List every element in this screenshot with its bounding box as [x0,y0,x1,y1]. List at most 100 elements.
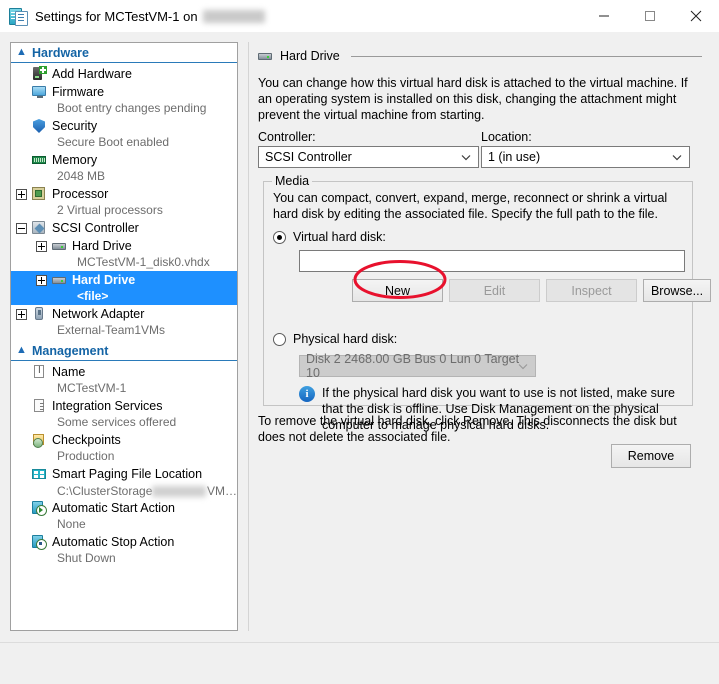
physical-disk-value: Disk 2 2468.00 GB Bus 0 Lun 0 Target 10 [306,352,520,380]
panel-title: Hard Drive [257,48,702,64]
sidebar-item-sublabel: MCTestVM-1 [57,381,127,395]
sidebar-item-label: SCSI Controller [52,221,139,235]
add-hardware-icon [31,66,47,82]
expander-minus-icon[interactable] [16,222,27,234]
title-bar: Settings for MCTestVM-1 on [0,0,719,32]
info-icon: i [299,386,315,402]
smart-paging-path-suffix: VM… [207,484,237,498]
section-header-hardware[interactable]: ▲ Hardware [11,43,237,63]
sidebar-item-label: Automatic Start Action [52,501,175,515]
sidebar-item-add-hardware[interactable]: Add Hardware [11,65,237,83]
window-title: Settings for MCTestVM-1 on [35,9,265,24]
sidebar-item-sublabel: Secure Boot enabled [57,135,170,149]
sidebar-item-sublabel: 2048 MB [57,169,106,183]
sidebar-item-label: Smart Paging File Location [52,467,203,481]
dialog-footer: OK Cancel Apply [0,643,719,684]
sidebar-item-label: Integration Services [52,399,163,413]
edit-button: Edit [449,279,540,302]
expander-plus-icon[interactable] [16,308,27,320]
chevron-up-icon: ▲ [16,344,27,356]
location-dropdown[interactable]: 1 (in use) [481,146,690,168]
sidebar-item-sublabel: 2 Virtual processors [57,203,163,217]
sidebar-item-memory[interactable]: Memory 2048 MB [11,151,237,185]
maximize-icon[interactable] [627,0,673,32]
chevron-down-icon [461,147,471,167]
settings-navigation-tree[interactable]: ▲ Hardware Add Hardware Firmware Boot en… [10,42,238,631]
expander-plus-icon[interactable] [36,274,47,286]
checkpoints-icon [31,432,47,448]
title-rule [350,55,702,57]
hard-drive-icon [51,238,67,254]
media-legend: Media [272,174,313,188]
automatic-stop-icon [31,534,47,550]
hard-drive-icon [51,272,67,288]
scsi-controller-icon [31,220,47,236]
virtual-hard-disk-path-input[interactable] [299,250,685,272]
sidebar-item-label: Firmware [52,85,105,99]
sidebar-item-integration-services[interactable]: Integration Services Some services offer… [11,397,237,431]
chevron-down-icon [518,356,528,376]
physical-hard-disk-label: Physical hard disk: [293,332,398,346]
section-label-hardware: Hardware [32,45,89,60]
sidebar-item-scsi-controller[interactable]: SCSI Controller [11,219,237,237]
sidebar-item-sublabel: C:\ClusterStorage VM… [11,483,237,499]
chevron-down-icon [672,147,682,167]
sidebar-item-hard-drive-1[interactable]: Hard Drive MCTestVM-1_disk0.vhdx [11,237,237,271]
close-icon[interactable] [673,0,719,32]
window-title-text: Settings for MCTestVM-1 on [35,8,198,24]
sidebar-item-label: Checkpoints [52,433,121,447]
chevron-up-icon: ▲ [16,46,27,58]
sidebar-item-sublabel: Shut Down [57,551,116,565]
location-value: 1 (in use) [488,150,541,164]
sidebar-item-security[interactable]: Security Secure Boot enabled [11,117,237,151]
inspect-button: Inspect [546,279,637,302]
remove-button[interactable]: Remove [611,444,691,468]
name-icon [31,364,47,380]
sidebar-item-smart-paging-file-location[interactable]: Smart Paging File Location C:\ClusterSto… [11,465,237,499]
physical-hard-disk-radio[interactable]: Physical hard disk: [273,332,397,346]
sidebar-item-sublabel: <file> [11,289,237,305]
sidebar-item-sublabel: MCTestVM-1_disk0.vhdx [77,255,210,269]
sidebar-item-label: Hard Drive [72,273,136,287]
sidebar-item-network-adapter[interactable]: Network Adapter External-Team1VMs [11,305,237,339]
sidebar-item-automatic-start-action[interactable]: Automatic Start Action None [11,499,237,533]
controller-label: Controller: [258,130,316,144]
expander-plus-icon[interactable] [36,240,47,252]
radio-indicator [273,332,286,346]
new-button[interactable]: New [352,279,443,302]
section-header-management[interactable]: ▲ Management [11,341,237,361]
expander-plus-icon[interactable] [16,188,27,200]
sidebar-item-sublabel: Boot entry changes pending [57,101,207,115]
sidebar-item-label: Hard Drive [72,239,132,253]
panel-description: You can change how this virtual hard dis… [258,76,688,122]
section-label-management: Management [32,343,109,358]
smart-paging-path-prefix: C:\ClusterStorage [57,484,153,498]
sidebar-item-label: Name [52,365,86,379]
settings-vm-icon [9,7,28,26]
sidebar-item-sublabel: None [57,517,86,531]
sidebar-item-label: Automatic Stop Action [52,535,175,549]
sidebar-item-label: Network Adapter [52,307,145,321]
sidebar-item-automatic-stop-action[interactable]: Automatic Stop Action Shut Down [11,533,237,567]
virtual-hard-disk-radio[interactable]: Virtual hard disk: [273,230,386,244]
controller-dropdown[interactable]: SCSI Controller [258,146,479,168]
sidebar-item-label: Processor [52,187,109,201]
controller-value: SCSI Controller [265,150,352,164]
settings-dialog: Settings for MCTestVM-1 on ▲ Hardware Ad… [0,0,719,684]
radio-indicator [273,230,286,244]
redacted-path-segment [152,485,206,497]
minimize-icon[interactable] [581,0,627,32]
integration-services-icon [31,398,47,414]
browse-button[interactable]: Browse... [643,279,711,302]
sidebar-item-hard-drive-2-selected[interactable]: Hard Drive <file> [11,271,237,305]
sidebar-item-checkpoints[interactable]: Checkpoints Production [11,431,237,465]
sidebar-item-label: Security [52,119,98,133]
sidebar-item-firmware[interactable]: Firmware Boot entry changes pending [11,83,237,117]
memory-icon [31,152,47,168]
sidebar-item-sublabel: Some services offered [57,415,177,429]
sidebar-item-label: Add Hardware [52,67,132,81]
automatic-start-icon [31,500,47,516]
sidebar-item-name[interactable]: Name MCTestVM-1 [11,363,237,397]
sidebar-item-processor[interactable]: Processor 2 Virtual processors [11,185,237,219]
security-shield-icon [31,118,47,134]
